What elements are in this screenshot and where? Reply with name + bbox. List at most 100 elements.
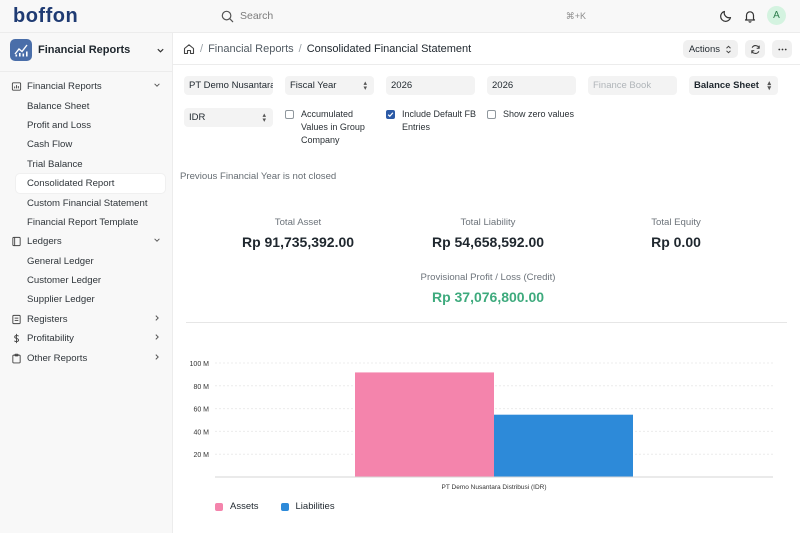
search-shortcut: ⌘+K (565, 10, 586, 21)
legend-label: Assets (230, 501, 259, 512)
chevron-down-icon (157, 48, 164, 53)
sidebar-item-label: Financial Reports (27, 81, 102, 93)
include-default-fb-checkbox[interactable]: Include Default FB Entries (386, 108, 482, 134)
finance-book-field[interactable]: Finance Book (588, 76, 677, 95)
to-year-field[interactable]: 2026 (487, 76, 576, 95)
accumulated-values-checkbox[interactable]: Accumulated Values in Group Company (285, 108, 381, 147)
bar-assets[interactable] (355, 372, 494, 477)
refresh-button[interactable] (745, 40, 765, 58)
chevron-down-icon (154, 238, 160, 243)
sidebar-item-label: Cash Flow (27, 139, 73, 151)
sidebar-item-label: Consolidated Report (27, 178, 115, 190)
sidebar-nav: Financial Reports Balance Sheet Profit and… (0, 77, 173, 368)
select-arrows-icon: ▴ ▾ (363, 79, 367, 92)
breadcrumb-parent[interactable]: Financial Reports (208, 43, 294, 55)
checkbox-box[interactable] (487, 110, 496, 119)
clipboard-icon (11, 353, 22, 364)
sidebar-item-label: Registers (27, 313, 68, 325)
include-default-fb-label: Include Default FB Entries (402, 109, 477, 132)
chart-icon (10, 39, 32, 61)
sidebar-item-label: Balance Sheet (27, 100, 90, 112)
brand-logo[interactable]: boffon (13, 5, 78, 28)
show-zero-values-checkbox[interactable]: Show zero values (487, 108, 597, 121)
total-liability-card: Total Liability Rp 54,658,592.00 (408, 217, 568, 250)
sidebar-item-financial-report-template[interactable]: Financial Report Template (0, 213, 173, 232)
sidebar-item-profit-and-loss[interactable]: Profit and Loss (0, 116, 173, 135)
currency-value: IDR (189, 112, 206, 123)
chart-legend: Assets Liabilities (215, 501, 335, 512)
notice-text: Previous Financial Year is not closed (180, 171, 337, 182)
logo-text: boffon (13, 5, 79, 27)
sidebar-item-registers[interactable]: Registers (0, 310, 173, 329)
total-equity-label: Total Equity (651, 217, 701, 228)
sidebar-item-balance-sheet[interactable]: Balance Sheet (0, 96, 173, 115)
dollar-icon (11, 333, 22, 344)
accumulated-values-label: Accumulated Values in Group Company (301, 109, 365, 145)
sidebar-item-label: Customer Ledger (27, 275, 102, 287)
show-zero-values-label: Show zero values (503, 109, 575, 119)
select-arrows-icon (726, 45, 731, 53)
sidebar: Financial Reports Financial Reports Balan… (0, 33, 173, 533)
sidebar-item-other-reports[interactable]: Other Reports (0, 348, 173, 367)
checkmark-icon (387, 112, 394, 118)
workspace-switcher[interactable]: Financial Reports (10, 38, 165, 62)
sidebar-item-general-ledger[interactable]: General Ledger (0, 252, 173, 271)
total-asset-value: Rp 91,735,392.00 (241, 234, 355, 250)
sidebar-item-label: Profitability (27, 333, 74, 345)
currency-select[interactable]: IDR ▴ ▾ (184, 108, 273, 127)
chevron-right-icon (155, 353, 159, 360)
total-liability-label: Total Liability (460, 217, 516, 228)
sidebar-item-label: Financial Report Template (27, 216, 139, 228)
sidebar-item-ledgers[interactable]: Ledgers (0, 232, 173, 251)
legend-swatch (280, 502, 289, 511)
bar-liabilities[interactable] (494, 414, 633, 477)
home-icon[interactable] (183, 43, 195, 55)
sidebar-item-trial-balance[interactable]: Trial Balance (0, 155, 173, 174)
sidebar-item-supplier-ledger[interactable]: Supplier Ledger (0, 290, 173, 309)
moon-icon[interactable] (719, 9, 733, 23)
sidebar-item-custom-financial-statement[interactable]: Custom Financial Statement (0, 193, 173, 212)
sidebar-divider (0, 71, 173, 72)
total-equity-value: Rp 0.00 (651, 234, 701, 250)
page-title: Consolidated Financial Statement (306, 42, 472, 55)
more-options-button[interactable] (772, 40, 792, 58)
actions-label: Actions (688, 43, 720, 55)
total-liability-value: Rp 54,658,592.00 (431, 234, 545, 250)
provisional-profit-card: Provisional Profit / Loss (Credit) Rp 37… (373, 272, 603, 305)
period-type-select[interactable]: Fiscal Year ▴ ▾ (285, 76, 374, 95)
bell-icon[interactable] (743, 9, 757, 23)
sidebar-item-profitability[interactable]: Profitability (0, 329, 173, 348)
legend-swatch (215, 502, 223, 511)
bar-chart: 20 M 40 M 60 M 80 M 100 M PT Demo Nusantara D… (173, 355, 800, 533)
report-select[interactable]: Balance Sheet ▴ ▾ (689, 76, 778, 95)
from-year-field[interactable]: 2026 (386, 76, 475, 95)
total-asset-card: Total Asset Rp 91,735,392.00 (218, 217, 378, 250)
sidebar-item-customer-ledger[interactable]: Customer Ledger (0, 271, 173, 290)
legend-item-liabilities[interactable]: Liabilities (280, 501, 335, 512)
finance-book-placeholder: Finance Book (593, 80, 652, 91)
chevron-right-icon (155, 334, 159, 341)
search-bar[interactable]: Search ⌘+K (213, 6, 596, 26)
from-year-value: 2026 (391, 80, 413, 91)
chevron-down-icon (154, 83, 160, 88)
y-tick-label: 20 M (193, 452, 209, 459)
actions-button[interactable]: Actions (682, 40, 738, 58)
sidebar-item-label: Other Reports (27, 352, 88, 364)
sidebar-item-cash-flow[interactable]: Cash Flow (0, 135, 173, 154)
checkbox-box-checked[interactable] (386, 110, 395, 119)
breadcrumb-separator: / (298, 42, 302, 55)
sidebar-item-label: Trial Balance (27, 158, 83, 170)
sidebar-item-financial-reports[interactable]: Financial Reports (0, 77, 173, 96)
sidebar-item-label: Profit and Loss (27, 119, 91, 131)
company-field[interactable]: PT Demo Nusantara Distribusi (184, 76, 273, 95)
provisional-profit-label: Provisional Profit / Loss (Credit) (420, 272, 556, 283)
checkbox-box[interactable] (285, 110, 294, 119)
top-bar: boffon Search ⌘+K A (0, 0, 800, 33)
sidebar-item-consolidated-report[interactable]: Consolidated Report (16, 173, 165, 194)
legend-item-assets[interactable]: Assets (215, 501, 259, 512)
ledger-icon (11, 236, 22, 247)
search-icon (221, 10, 234, 22)
y-tick-label: 80 M (193, 384, 209, 391)
user-avatar[interactable]: A (767, 6, 786, 25)
y-tick-label: 40 M (193, 429, 209, 436)
